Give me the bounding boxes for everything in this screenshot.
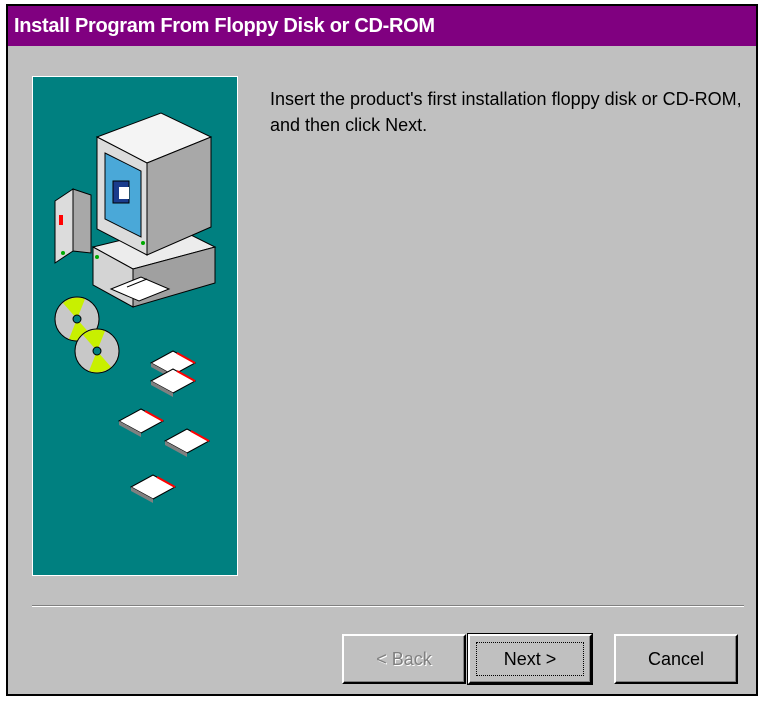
title-bar[interactable]: Install Program From Floppy Disk or CD-R… <box>8 6 756 46</box>
window-title: Install Program From Floppy Disk or CD-R… <box>14 15 435 37</box>
install-artwork <box>54 112 217 503</box>
separator-line <box>32 605 744 607</box>
cancel-button[interactable]: Cancel <box>614 634 738 684</box>
back-button-label: < Back <box>376 648 432 669</box>
instruction-line-2: and then click Next. <box>270 115 428 135</box>
cd-rom-icon <box>54 296 120 374</box>
floppy-disk-icon <box>117 350 211 503</box>
instruction-line-1: Insert the product's first installation … <box>270 89 742 109</box>
computer-icon <box>54 112 217 308</box>
next-button[interactable]: Next > <box>467 633 593 685</box>
install-program-dialog: Install Program From Floppy Disk or CD-R… <box>6 4 758 696</box>
cancel-button-label: Cancel <box>647 648 705 669</box>
install-illustration <box>32 76 238 576</box>
focus-ring <box>476 642 584 676</box>
back-button[interactable]: < Back <box>342 634 466 684</box>
instruction-text: Insert the product's first installation … <box>270 86 750 138</box>
